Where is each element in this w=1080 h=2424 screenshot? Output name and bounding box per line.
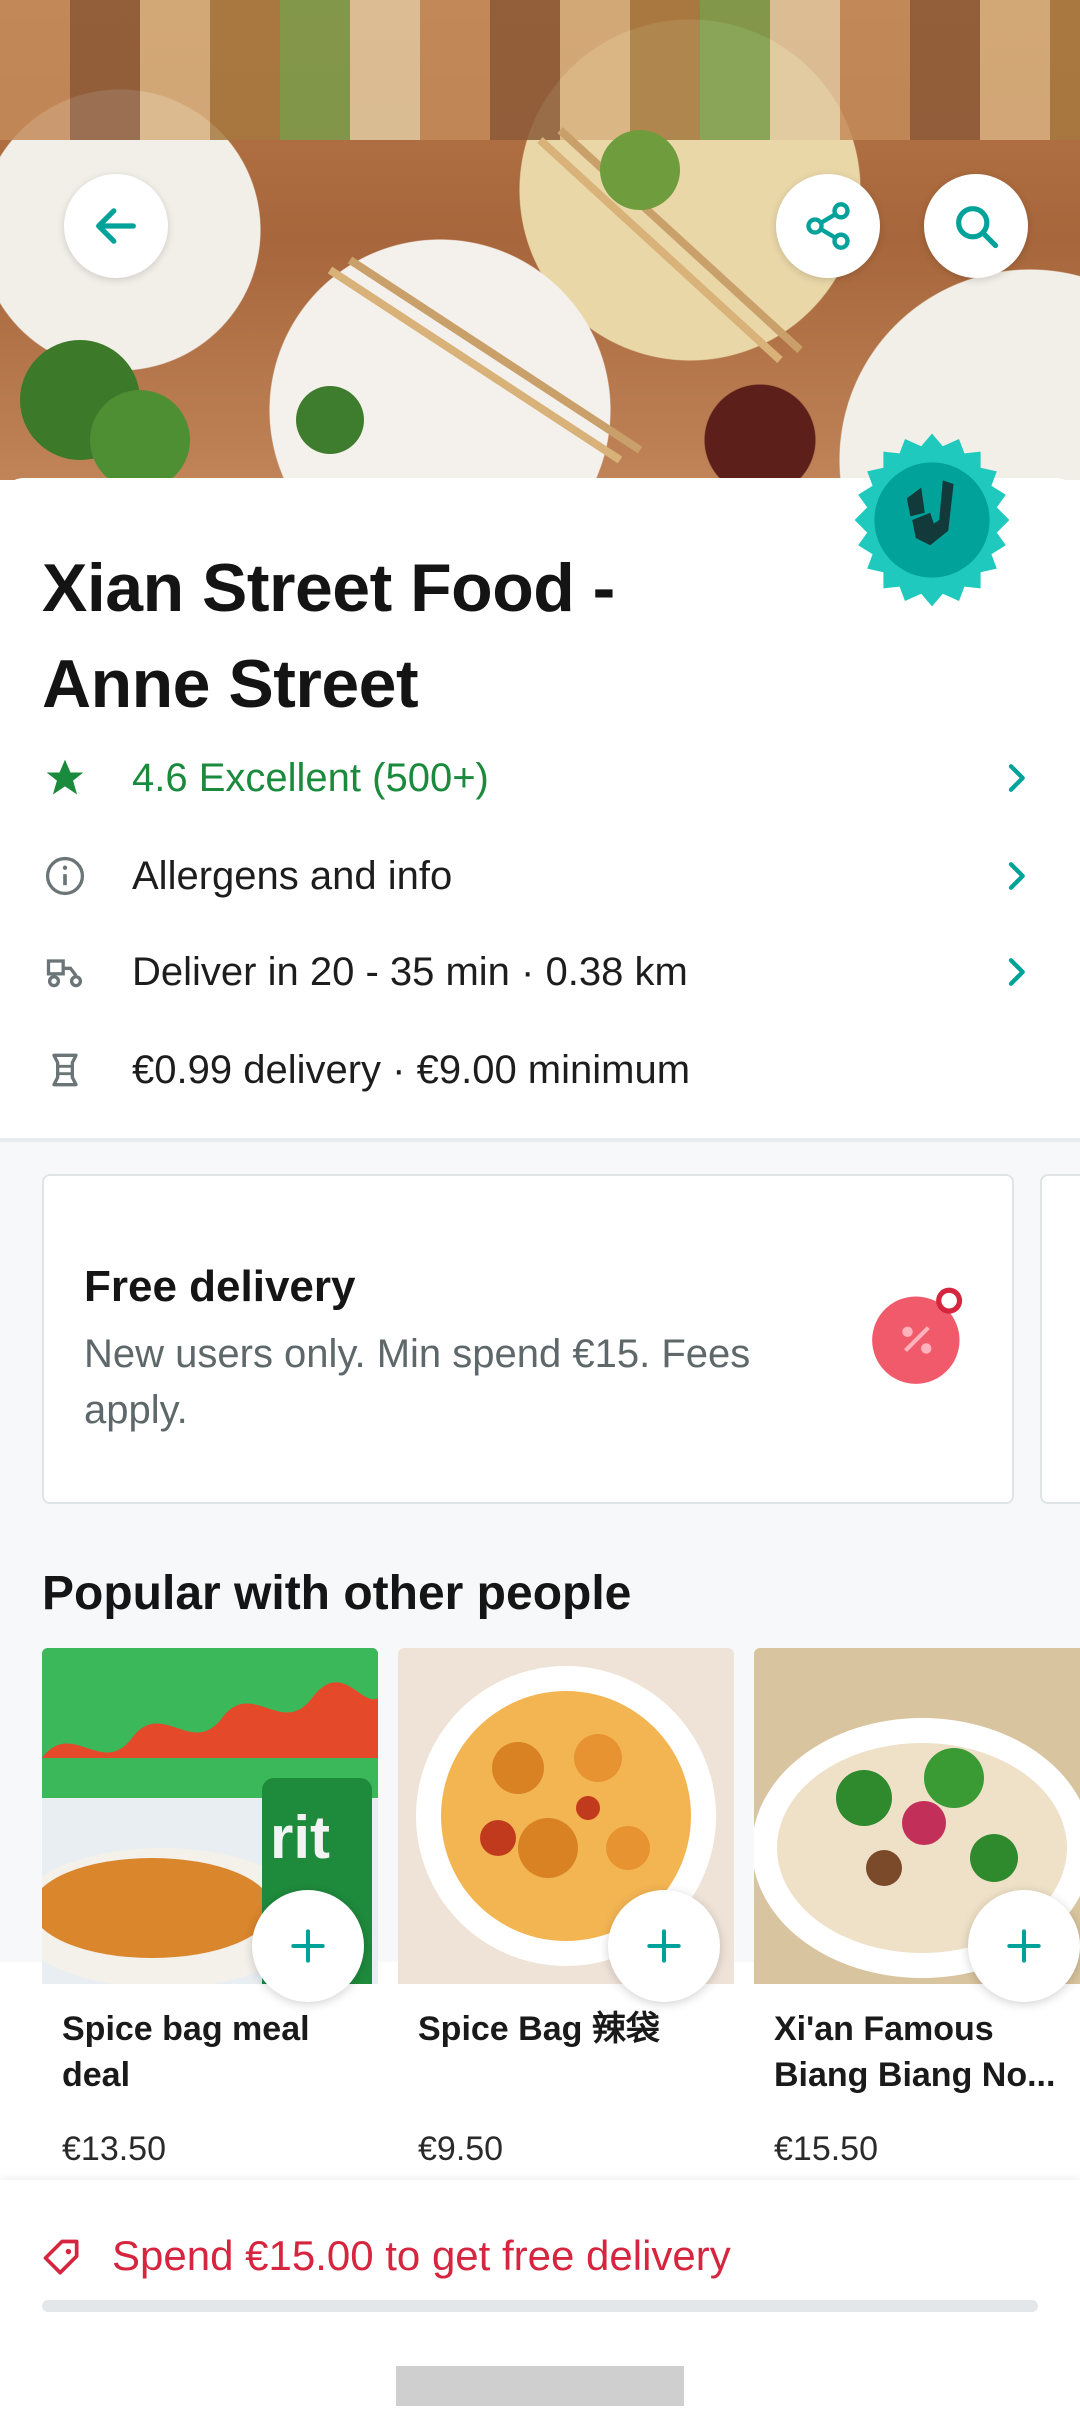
plus-icon (1007, 1929, 1041, 1963)
product-price: €13.50 (62, 2130, 166, 2168)
plus-icon (291, 1929, 325, 1963)
allergens-text: Allergens and info (132, 853, 453, 898)
star-icon (40, 753, 90, 803)
product-price: €15.50 (774, 2130, 878, 2168)
receipt-icon (40, 1045, 90, 1095)
home-indicator[interactable] (396, 2366, 684, 2406)
next-offer-card[interactable] (1040, 1174, 1080, 1504)
search-icon (956, 206, 999, 249)
popular-heading: Popular with other people (42, 1567, 632, 1620)
chevron-right-icon (1008, 958, 1025, 986)
add-item-button[interactable] (608, 1890, 720, 2002)
rating-text: 4.6 Excellent (500+) (132, 755, 489, 800)
discount-tag-icon (872, 1287, 963, 1384)
offer-title: Free delivery (84, 1262, 356, 1311)
rating-row[interactable]: 4.6 Excellent (500+) (0, 738, 1080, 818)
product-name: Xi'an Famous Biang Biang No... (774, 2010, 1056, 2094)
restaurant-name: Xian Street Food - Anne Street (42, 550, 615, 722)
free-delivery-progress (42, 2300, 1038, 2312)
restaurant-hero-image (0, 0, 1080, 480)
fees-text: €0.99 delivery · €9.00 minimum (132, 1047, 691, 1092)
delivery-time-text: Deliver in 20 - 35 min · 0.38 km (132, 949, 688, 994)
product-price: €9.50 (418, 2130, 504, 2168)
add-item-button[interactable] (968, 1890, 1080, 2002)
arrow-left-icon (96, 208, 136, 244)
fees-row: €0.99 delivery · €9.00 minimum (0, 1030, 1080, 1110)
deliveroo-logo-badge (854, 433, 1010, 607)
svg-text:rit: rit (270, 1804, 330, 1871)
offer-description: New users only. Min spend €15. Fees appl… (84, 1332, 751, 1432)
product-name: Spice Bag 辣袋 (418, 2010, 660, 2048)
back-button[interactable] (64, 174, 168, 278)
search-button[interactable] (924, 174, 1028, 278)
delivery-time-row[interactable]: Deliver in 20 - 35 min · 0.38 km (0, 932, 1080, 1012)
share-button[interactable] (776, 174, 880, 278)
plus-icon (647, 1929, 681, 1963)
free-delivery-threshold-text: Spend €15.00 to get free delivery (112, 2232, 731, 2279)
scooter-icon (40, 947, 90, 997)
add-item-button[interactable] (252, 1890, 364, 2002)
chevron-right-icon (1008, 764, 1025, 792)
info-icon (40, 851, 90, 901)
product-name: Spice bag meal deal (62, 2010, 310, 2094)
share-icon (806, 202, 850, 250)
tag-icon (43, 2239, 79, 2275)
allergens-row[interactable]: Allergens and info (0, 836, 1080, 916)
chevron-right-icon (1008, 862, 1025, 890)
